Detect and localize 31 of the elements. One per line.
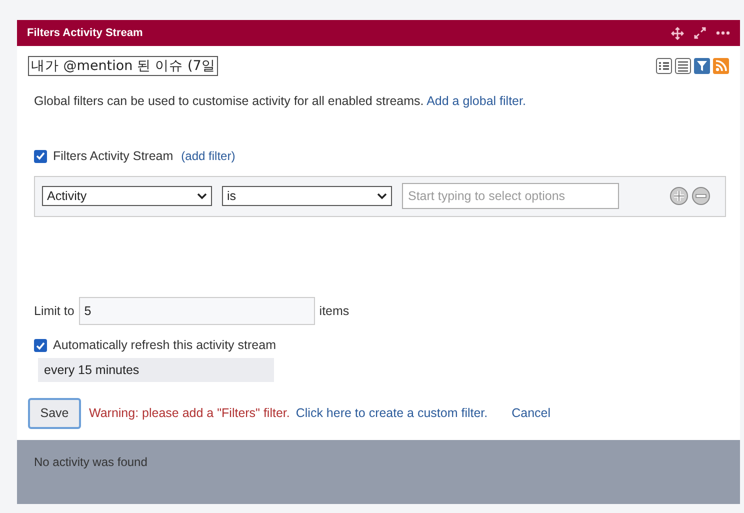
refresh-checkbox[interactable] [34,339,47,352]
interval-select[interactable]: every 15 minutes [38,358,274,382]
title-field[interactable]: 내가 @mention 된 이슈 (7일 [28,56,218,76]
field-select[interactable]: Activity [42,186,212,206]
save-button[interactable]: Save [28,398,81,429]
caret-icon [377,192,387,200]
limit-input[interactable]: 5 [79,297,316,326]
cancel-link[interactable]: Cancel [512,404,551,423]
options-input[interactable]: Start typing to select options [402,183,619,210]
operator-select[interactable]: is [222,186,392,206]
custom-filter-link[interactable]: Click here to create a custom filter. [296,404,488,423]
list-icon[interactable] [675,58,691,74]
expand-icon[interactable] [694,27,706,39]
intro-text: Global filters can be used to customise activity for all enabled streams. Add a global filter. [34,93,527,110]
items-label: items [319,302,350,320]
global-filter-link[interactable]: Add a global filter. [426,94,526,108]
list-view-icon[interactable] [656,58,672,74]
refresh-label: Automatically refresh this activity stream [53,337,276,354]
filter-icon[interactable] [694,58,710,74]
remove-icon[interactable] [692,187,710,206]
add-filter-link[interactable]: (add filter) [181,147,236,166]
panel-title: Filters Activity Stream [27,26,143,41]
more-icon[interactable] [716,31,730,35]
move-icon[interactable] [671,26,684,40]
stream-label: Filters Activity Stream [53,148,174,165]
no-activity-text: No activity was found [34,455,148,469]
add-icon[interactable] [670,187,688,206]
warning-text: Warning: please add a "Filters" filter. [89,405,290,422]
stream-checkbox[interactable] [34,150,47,163]
caret-icon [197,192,207,200]
limit-label: Limit to [34,302,74,320]
